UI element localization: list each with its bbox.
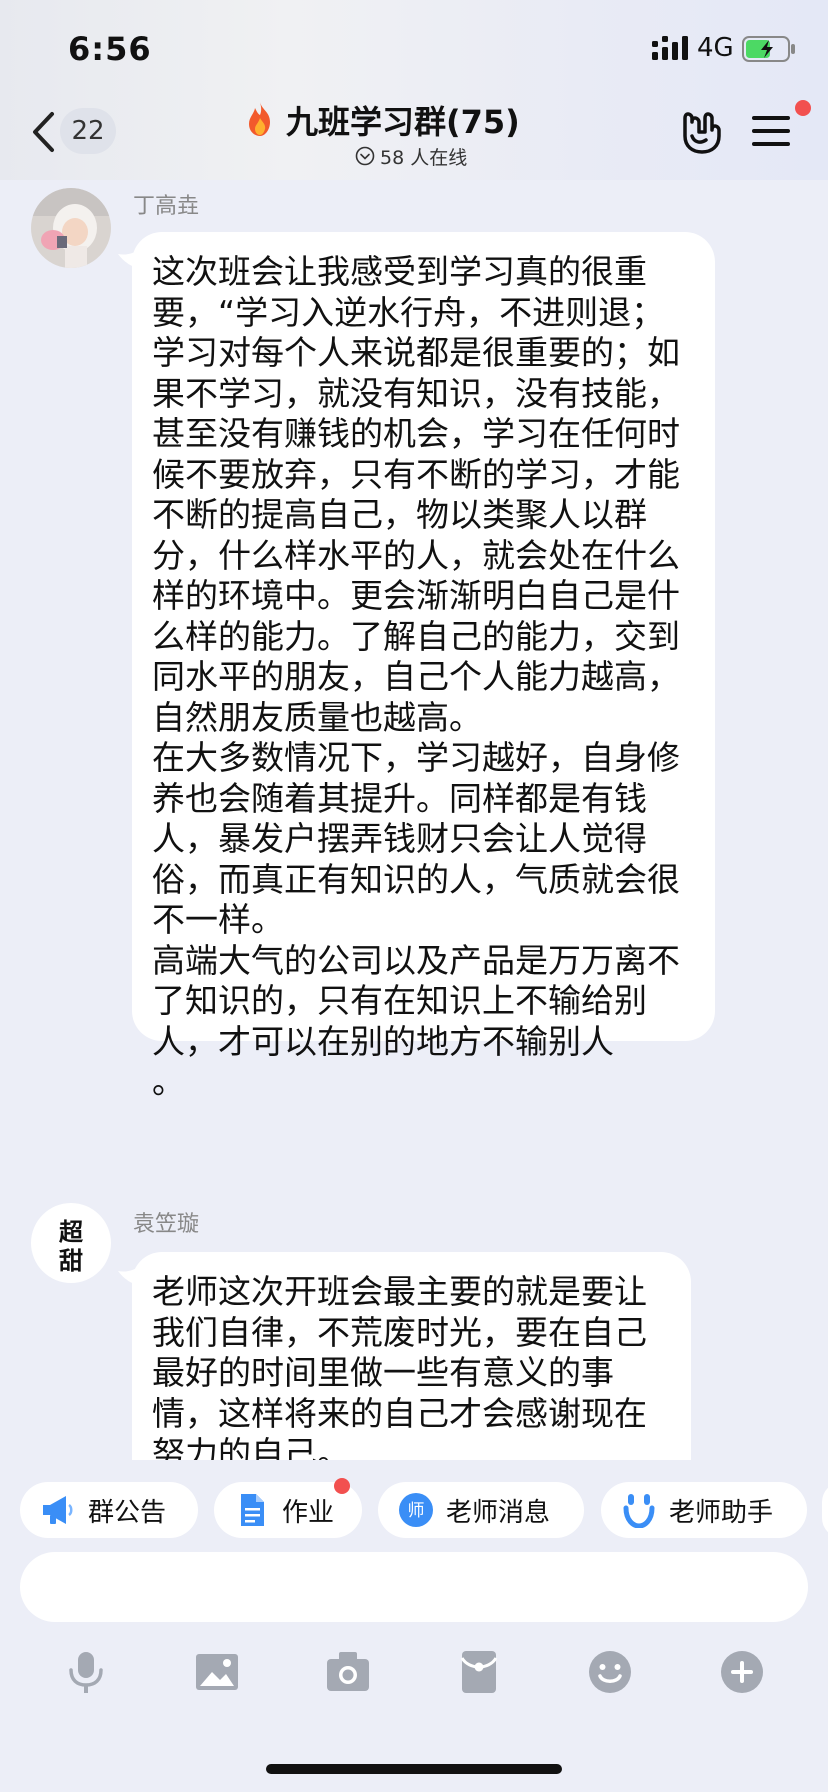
photo-avatar-icon	[31, 188, 111, 268]
chip-teacher-assistant[interactable]: 老师助手	[601, 1482, 807, 1538]
input-toolbar	[0, 1636, 828, 1716]
fire-icon	[249, 102, 270, 136]
group-title: 九班学习群(75)	[286, 103, 520, 141]
chip-label: 作业	[282, 1497, 335, 1528]
back-icon[interactable]	[30, 110, 56, 154]
image-icon[interactable]	[193, 1648, 241, 1696]
avatar-text: 超	[59, 1217, 84, 1246]
online-status: 58 人在线	[355, 142, 467, 170]
svg-text:师: 师	[408, 1501, 425, 1521]
online-count-text: 58 人在线	[380, 146, 468, 169]
sender-name: 袁笠璇	[133, 1212, 200, 1237]
chip-label: 老师消息	[446, 1497, 551, 1528]
megaphone-icon	[43, 1496, 73, 1524]
signal-icon	[652, 36, 688, 60]
chat-message-list[interactable]: 丁高垚 这次班会让我感受到学习真的很重要，“学习入逆水行舟，不进则退；学习对每个…	[0, 180, 828, 1460]
sender-name: 丁高垚	[133, 194, 200, 219]
status-bar: 6:56 4G	[0, 0, 828, 96]
unread-count-badge[interactable]: 22	[60, 108, 116, 154]
network-type: 4G	[697, 33, 734, 63]
chip-overflow[interactable]	[822, 1482, 828, 1538]
group-title-area[interactable]: 九班学习群(75)	[240, 100, 590, 141]
navigation-bar: 22 九班学习群(75) 58 人在线	[0, 96, 828, 180]
assistant-icon	[623, 1494, 655, 1528]
avatar[interactable]: 超 甜	[31, 1203, 111, 1283]
online-icon	[355, 146, 375, 166]
teacher-icon: 师	[399, 1493, 433, 1527]
home-indicator	[266, 1764, 562, 1774]
red-packet-icon[interactable]	[455, 1648, 503, 1696]
chip-label: 老师助手	[669, 1497, 774, 1528]
microphone-icon[interactable]	[62, 1648, 110, 1696]
hand-gesture-icon[interactable]	[678, 106, 726, 156]
avatar[interactable]	[31, 188, 111, 268]
chip-teacher-message[interactable]: 师 老师消息	[378, 1482, 584, 1538]
menu-icon[interactable]	[752, 114, 790, 148]
camera-icon[interactable]	[324, 1648, 372, 1696]
menu-badge	[795, 100, 811, 116]
svg-text:甜: 甜	[59, 1246, 83, 1275]
message-input[interactable]	[20, 1552, 808, 1622]
battery-icon	[742, 36, 795, 62]
quick-action-bar: 群公告 作业 师 老师消息 老师助手	[0, 1460, 828, 1556]
plus-icon[interactable]	[718, 1648, 766, 1696]
message-bubble[interactable]: 这次班会让我感受到学习真的很重要，“学习入逆水行舟，不进则退；学习对每个人来说都…	[132, 232, 715, 1101]
status-time: 6:56	[68, 30, 152, 68]
chip-label: 群公告	[88, 1497, 167, 1528]
chip-announcement[interactable]: 群公告	[20, 1482, 198, 1538]
message-bubble[interactable]: 老师这次开班会最主要的就是要让我们自律，不荒废时光，要在自己最好的时间里做一些有…	[132, 1252, 691, 1460]
calligraphy-avatar-icon: 超 甜	[59, 1217, 84, 1275]
document-icon	[241, 1494, 264, 1526]
emoji-icon[interactable]	[586, 1648, 634, 1696]
homework-badge	[334, 1478, 350, 1494]
